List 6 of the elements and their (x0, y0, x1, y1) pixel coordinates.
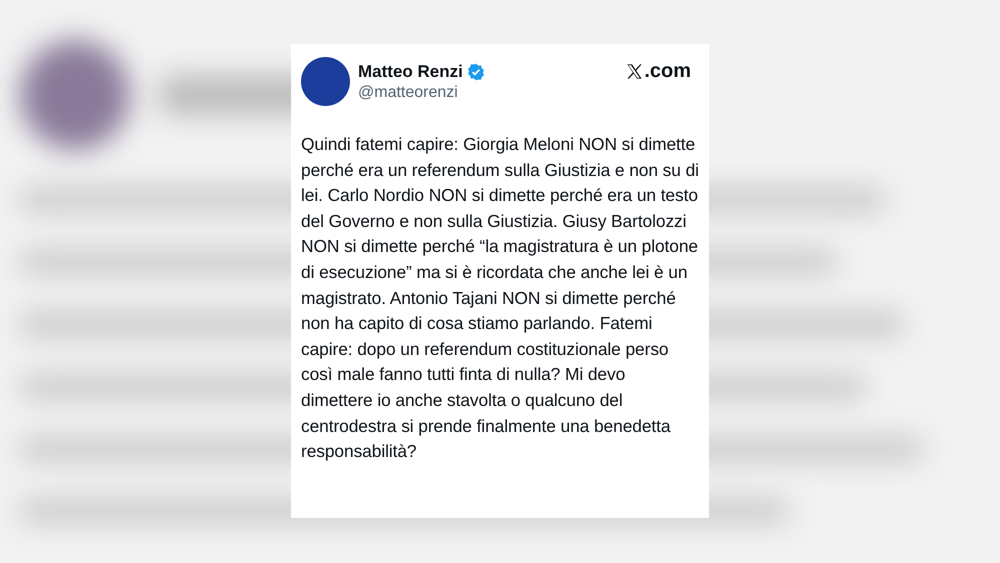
avatar-photo-placeholder (301, 57, 350, 106)
author-name: Matteo Renzi (358, 62, 463, 82)
tweet-text: Quindi fatemi capire: Giorgia Meloni NON si dimette perché era un referendum sulla Giustizia e non su di lei. Carlo Nordio NON si dimette perché era un testo del Governo e non sulla Giustizia. Giusy Bartolozzi NON si dimette perché “la magistratura è un plotone di esecuzione” ma si è ricordata che anche lei è un magistrato. Antonio Tajani NON si dimette perché non ha capito di cosa stiamo parlando. Fatemi capire: dopo un referendum costituzionale perso così male fanno tutti finta di nulla? Mi devo dimettere io anche stavolta o qualcuno del centrodestra si prende finalmente una benedetta responsabilità? (301, 133, 699, 464)
site-label: .com (644, 60, 691, 83)
x-logo-icon (626, 63, 644, 80)
author-handle: @matteorenzi (358, 84, 459, 102)
